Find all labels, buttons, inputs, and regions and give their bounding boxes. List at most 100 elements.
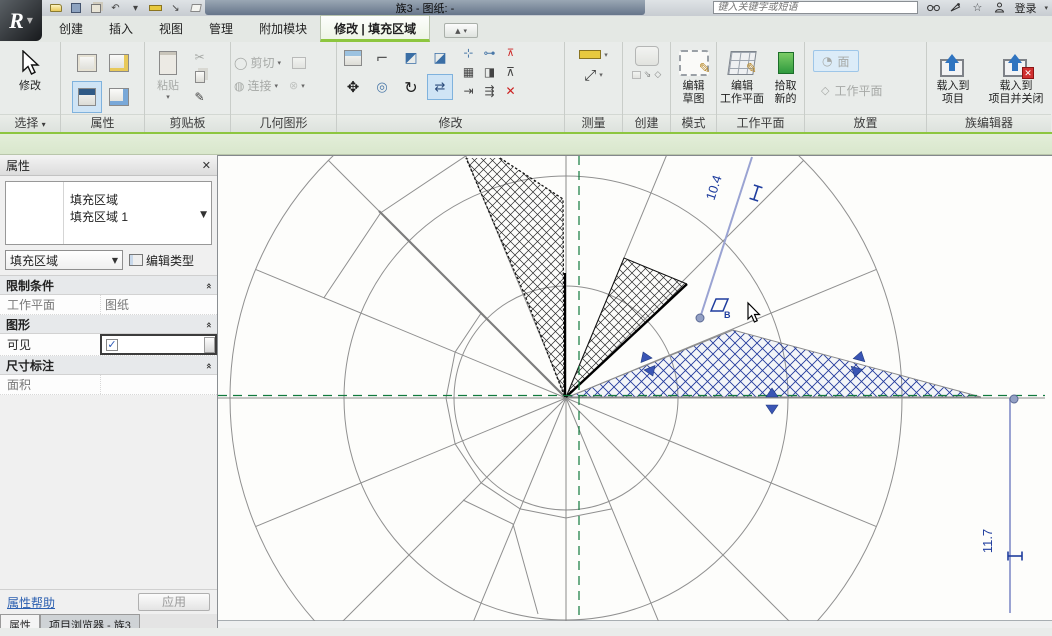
collapse-chevron-icon[interactable]: « [203,362,214,367]
type-selector-dropdown-icon[interactable]: ▼ [200,210,207,220]
pick-new-workplane-button[interactable]: 拾取 新的 [770,45,801,105]
panel-label-placement: 放置 [805,114,926,132]
family-types-button[interactable] [104,47,134,79]
split-element-tool[interactable]: ⊹ [460,45,477,61]
create-group-icon[interactable] [635,46,659,66]
associate-parameter-button[interactable] [204,337,215,353]
tab-manage[interactable]: 管理 [196,16,246,42]
create-similar-icon[interactable] [632,71,641,79]
property-row-area[interactable]: 面积 [0,375,217,395]
app-menu-button[interactable]: R▼ [0,0,42,41]
create-assembly-icon[interactable]: ◇ [654,70,661,80]
panel-label-measure: 测量 [565,114,622,132]
align-icon [344,50,362,66]
dimension-value-top[interactable]: 10.4 [703,173,725,202]
modify-tool-button[interactable]: 修改 [4,45,56,92]
align-selected-tool[interactable]: ⇄ [427,74,453,100]
search-input[interactable] [713,1,918,14]
dimension-tool[interactable]: ⤢▾ [584,66,603,84]
cut-geometry-extra-icon[interactable] [292,57,306,69]
visible-value-cell[interactable]: ✓ [100,334,217,355]
tab-properties[interactable]: 属性 [0,614,40,628]
align-tool[interactable] [340,45,366,71]
dimension-text-grip-top[interactable] [750,185,763,201]
unpin-tool[interactable]: ⊼ [502,45,519,61]
trim-extend-edit-tool[interactable]: ◪ [427,45,453,71]
copy-to-clipboard-icon[interactable] [191,69,208,85]
tab-addins[interactable]: 附加模块 [246,16,320,42]
load-into-project-button[interactable]: 载入到 项目 [930,45,976,105]
tab-insert[interactable]: 插入 [96,16,146,42]
cut-geometry-button[interactable]: ◯剪切▾ [234,54,306,71]
unjoin-geometry-icon[interactable]: ⊗ [289,79,298,92]
section-graphics[interactable]: 图形 « [0,315,217,334]
properties-help-link[interactable]: 属性帮助 [7,594,55,611]
property-row-workplane[interactable]: 工作平面 图纸 [0,295,217,315]
tab-modify-filled-region[interactable]: 修改 | 填充区域 [320,15,430,42]
drawing-canvas[interactable]: 10.4 11.7 B [218,156,1045,621]
match-type-brush-icon[interactable]: ✎ [191,89,208,105]
cut-to-clipboard-icon[interactable]: ✂ [191,49,208,65]
tag-button[interactable] [188,2,203,15]
join-geometry-button[interactable]: ◍连接▾ ⊗▾ [234,77,305,94]
redo-button[interactable]: ▾ [128,2,143,15]
create-arrow-icon[interactable]: ⇘ [644,70,652,80]
edit-type-button[interactable]: 编辑类型 [129,252,194,269]
property-row-visible[interactable]: 可见 ✓ [0,334,217,356]
section-constraints[interactable]: 限制条件 « [0,276,217,295]
properties-palette-header[interactable]: 属性 ✕ [0,155,217,176]
tab-view[interactable]: 视图 [146,16,196,42]
panel-label-workplane: 工作平面 [717,114,804,132]
sync-button[interactable] [88,2,103,15]
user-icon[interactable] [992,2,1006,14]
type-selector[interactable]: 填充区域 填充区域 1 ▼ [5,181,212,245]
place-on-workplane-button[interactable]: ◇ 工作平面 [813,79,890,101]
edit-sketch-button[interactable]: ✎ 编辑 草图 [674,45,713,105]
family-category-button[interactable] [72,47,102,79]
collapse-chevron-icon[interactable]: « [203,321,214,326]
tab-project-browser[interactable]: 项目浏览器 - 族3 [40,614,140,628]
delete-tool[interactable]: ✕ [502,83,519,99]
dimension-value-right[interactable]: 11.7 [980,529,995,553]
pin-tool[interactable]: ⊼ [502,64,519,80]
edit-workplane-button[interactable]: ✎ 编辑 工作平面 [720,45,764,105]
communication-center-icon[interactable] [948,2,962,14]
section-dimensions[interactable]: 尺寸标注 « [0,356,217,375]
mirror-axis-tool[interactable]: ⇥ [460,83,477,99]
save-button[interactable] [68,2,83,15]
family-connections-button[interactable] [104,81,134,113]
visible-checkbox[interactable]: ✓ [106,339,118,351]
load-into-project-and-close-button[interactable]: ✕ 载入到 项目并关闭 [984,45,1048,105]
favorites-star-icon[interactable]: ☆ [970,2,984,14]
copy-tool[interactable]: ◎ [369,74,395,100]
place-on-face-button[interactable]: ◔ 面 [813,50,859,72]
paste-button[interactable]: 粘贴 ▾ [148,45,188,101]
apply-button[interactable]: 应用 [138,593,210,611]
tab-create[interactable]: 创建 [46,16,96,42]
open-button[interactable] [48,2,63,15]
rotate-tool[interactable]: ↻ [398,74,424,100]
array-tool[interactable]: ▦ [460,64,477,80]
trim-corner-tool[interactable]: ◩ [398,45,424,71]
undo-button[interactable]: ↶ [108,2,123,15]
offset-tool[interactable]: ⌐ [369,45,395,71]
sign-in-button[interactable]: 登录 [1014,0,1036,16]
panel-label-select[interactable]: 选择 ▾ [0,114,60,132]
line-endpoint-handle[interactable] [696,314,704,322]
split-gap-tool[interactable]: ⊶ [481,45,498,61]
drawing-area[interactable]: 10.4 11.7 B [218,155,1052,620]
ribbon-state-toggle[interactable]: ▲▾ [444,23,478,38]
edit-sketch-icon: ✎ [679,50,709,76]
measure-button[interactable] [148,2,163,15]
scale-tool[interactable]: ◨ [481,64,498,80]
search-icon[interactable] [926,2,940,14]
mirror-line-tool[interactable]: ⇶ [481,83,498,99]
instance-filter-combo[interactable]: 填充区域 ▼ [5,250,123,270]
move-tool[interactable]: ✥ [340,74,366,100]
collapse-chevron-icon[interactable]: « [203,282,214,287]
line-endpoint-handle-right[interactable] [1010,395,1018,403]
aligned-dimension-button[interactable]: ↘ [168,2,183,15]
measure-tool[interactable]: ▾ [579,50,608,59]
properties-palette-button[interactable] [72,81,102,113]
close-icon[interactable]: ✕ [202,159,211,172]
